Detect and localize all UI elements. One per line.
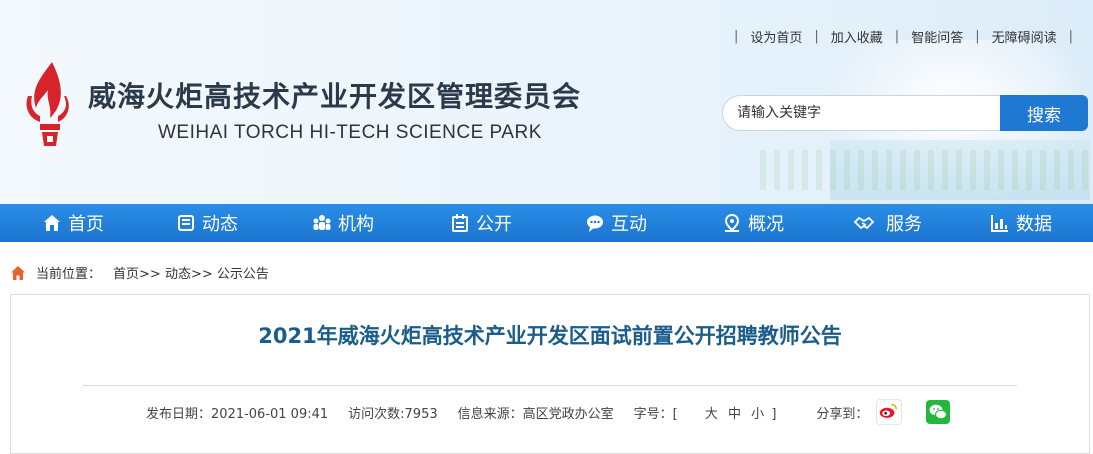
divider	[83, 385, 1017, 386]
site-subtitle: WEIHAI TORCH HI-TECH SCIENCE PARK	[158, 122, 542, 143]
article-meta: 发布日期：2021-06-01 09:41 访问次数:7953 信息来源：高区党…	[146, 399, 970, 425]
home-icon	[44, 215, 60, 231]
nav-label: 机构	[338, 214, 374, 235]
nav-label: 概况	[748, 214, 784, 235]
view-count: 访问次数:7953	[348, 406, 438, 422]
breadcrumb-home-link[interactable]: 首页	[113, 267, 139, 282]
nav-item-home[interactable]: 首页	[42, 204, 104, 242]
nav-item-interact[interactable]: 互动	[585, 204, 647, 242]
font-size-medium-button[interactable]: 中	[728, 407, 741, 422]
font-size-large-button[interactable]: 大	[705, 407, 718, 422]
search-input[interactable]	[722, 95, 1000, 131]
nav-label: 互动	[611, 214, 647, 235]
nav-label: 服务	[886, 214, 922, 235]
set-home-link[interactable]: 设为首页	[750, 27, 802, 46]
accessible-reading-link[interactable]: 无障碍阅读	[992, 27, 1057, 46]
nav-label: 数据	[1016, 214, 1052, 235]
share-label: 分享到：	[816, 406, 869, 422]
breadcrumb-prefix: 当前位置：	[36, 267, 102, 282]
nav-item-data[interactable]: 数据	[990, 204, 1052, 242]
nav-item-service[interactable]: 服务	[848, 204, 922, 242]
font-size-small-button[interactable]: 小	[751, 407, 764, 422]
breadcrumb-separator: >>	[139, 267, 161, 282]
favorite-link[interactable]: 加入收藏	[831, 27, 883, 46]
nav-item-overview[interactable]: 概况	[722, 204, 784, 242]
nav-item-news[interactable]: 动态	[176, 204, 238, 242]
main-nav: 首页 动态 机构 公开 互动 概况 服务 数据	[0, 204, 1093, 242]
site-header: | 设为首页 | 加入收藏 | 智能问答 | 无障碍阅读 | 威海火炬高技术产业…	[0, 0, 1093, 204]
handshake-icon	[853, 216, 875, 230]
breadcrumb-news-link[interactable]: 动态	[165, 267, 191, 282]
org-icon	[313, 215, 331, 230]
font-size-control: 字号：[ 大 中 小 ]	[634, 403, 797, 422]
breadcrumb: 当前位置： 首页>> 动态>> 公示公告	[10, 263, 269, 282]
header-decoration	[760, 150, 1090, 190]
home-icon	[11, 265, 25, 280]
nav-label: 动态	[202, 214, 238, 235]
bar-chart-icon	[991, 215, 1008, 232]
news-icon	[178, 215, 194, 231]
torch-logo-icon[interactable]	[22, 60, 78, 150]
breadcrumb-separator: >>	[190, 267, 213, 282]
wechat-share-icon[interactable]	[926, 400, 951, 424]
nav-item-public[interactable]: 公开	[450, 204, 512, 242]
calendar-icon	[452, 214, 468, 232]
search-button[interactable]: 搜索	[1000, 95, 1088, 131]
publish-date: 发布日期：2021-06-01 09:41	[146, 406, 329, 422]
site-title: 威海火炬高技术产业开发区管理委员会	[88, 80, 582, 113]
breadcrumb-notice-link[interactable]: 公示公告	[217, 267, 269, 282]
font-size-prefix: 字号：[	[633, 406, 678, 422]
font-size-suffix: ]	[771, 406, 777, 422]
search-box: 搜索	[722, 95, 1088, 131]
nav-label: 首页	[68, 214, 104, 235]
top-links: | 设为首页 | 加入收藏 | 智能问答 | 无障碍阅读 |	[733, 27, 1073, 46]
article-panel: 2021年威海火炬高技术产业开发区面试前置公开招聘教师公告 发布日期：2021-…	[10, 294, 1090, 454]
nav-label: 公开	[476, 214, 512, 235]
weibo-share-icon[interactable]	[876, 399, 903, 425]
article-title: 2021年威海火炬高技术产业开发区面试前置公开招聘教师公告	[258, 324, 842, 348]
info-source: 信息来源：高区党政办公室	[457, 406, 614, 422]
location-icon	[724, 213, 740, 232]
qa-link[interactable]: 智能问答	[911, 27, 963, 46]
nav-item-org[interactable]: 机构	[312, 204, 374, 242]
chat-icon	[587, 215, 603, 232]
